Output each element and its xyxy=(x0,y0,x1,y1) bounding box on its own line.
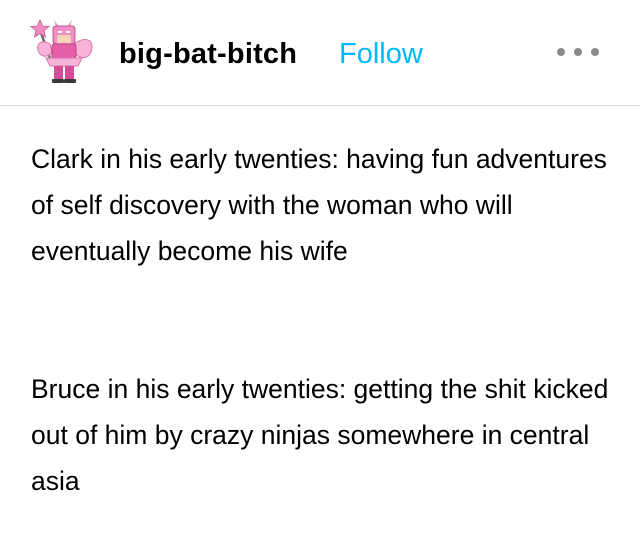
avatar[interactable] xyxy=(29,14,98,86)
lego-batman-fairy-avatar-icon xyxy=(29,18,93,83)
post-body: Clark in his early twenties: having fun … xyxy=(31,136,621,504)
post-paragraph-clark: Clark in his early twenties: having fun … xyxy=(31,144,607,266)
post-paragraph-bruce: Bruce in his early twenties: getting the… xyxy=(31,374,609,496)
more-options-button[interactable] xyxy=(552,40,604,64)
more-horizontal-icon xyxy=(557,48,599,56)
post-header: big-bat-bitch Follow xyxy=(0,0,640,106)
blog-name-link[interactable]: big-bat-bitch xyxy=(119,36,297,72)
follow-button[interactable]: Follow xyxy=(339,36,423,72)
